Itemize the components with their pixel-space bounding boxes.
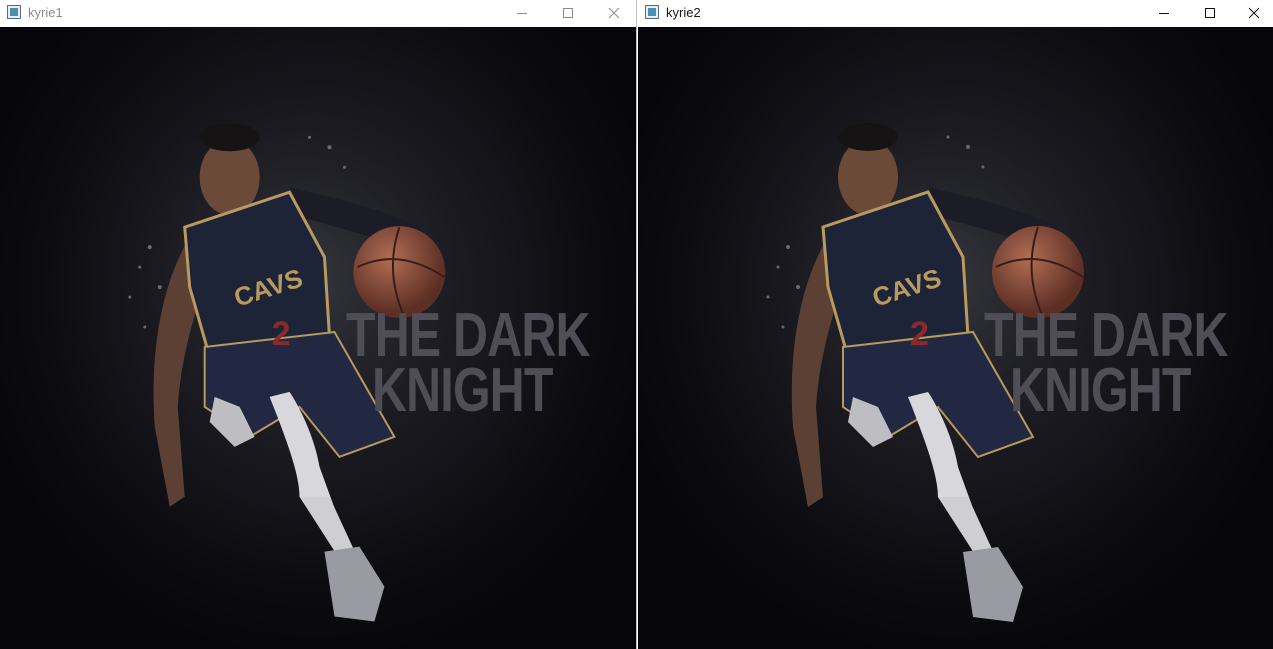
- app-window-icon: [7, 5, 21, 19]
- maximize-button[interactable]: [545, 0, 591, 27]
- overlay-text-line2: KNIGHT: [1010, 356, 1191, 425]
- maximize-button[interactable]: [1187, 0, 1233, 27]
- close-icon: [608, 7, 620, 19]
- app-window-icon: [645, 5, 659, 19]
- window-titlebar[interactable]: kyrie1: [0, 0, 636, 27]
- image-window-kyrie1[interactable]: kyrie1 CAVS 2 THE DARK KNIGHT: [0, 0, 637, 649]
- minimize-button[interactable]: [499, 0, 545, 27]
- maximize-icon: [1205, 8, 1215, 18]
- minimize-button[interactable]: [1141, 0, 1187, 27]
- jersey-number: 2: [272, 315, 291, 353]
- window-title: kyrie1: [28, 5, 63, 20]
- close-button[interactable]: [1231, 0, 1273, 27]
- jersey-number: 2: [910, 315, 929, 353]
- close-icon: [1248, 7, 1260, 19]
- image-canvas: CAVS 2 THE DARK KNIGHT: [0, 27, 636, 649]
- minimize-icon: [1159, 13, 1169, 14]
- maximize-icon: [563, 8, 573, 18]
- close-button[interactable]: [591, 0, 636, 27]
- window-title: kyrie2: [666, 5, 701, 20]
- overlay-text-line2: KNIGHT: [372, 356, 553, 425]
- image-canvas: CAVS 2 THE DARK KNIGHT: [638, 27, 1273, 649]
- image-window-kyrie2[interactable]: kyrie2 CAVS 2 THE DARK KNIGHT: [638, 0, 1273, 649]
- minimize-icon: [517, 13, 527, 14]
- window-titlebar[interactable]: kyrie2: [638, 0, 1273, 27]
